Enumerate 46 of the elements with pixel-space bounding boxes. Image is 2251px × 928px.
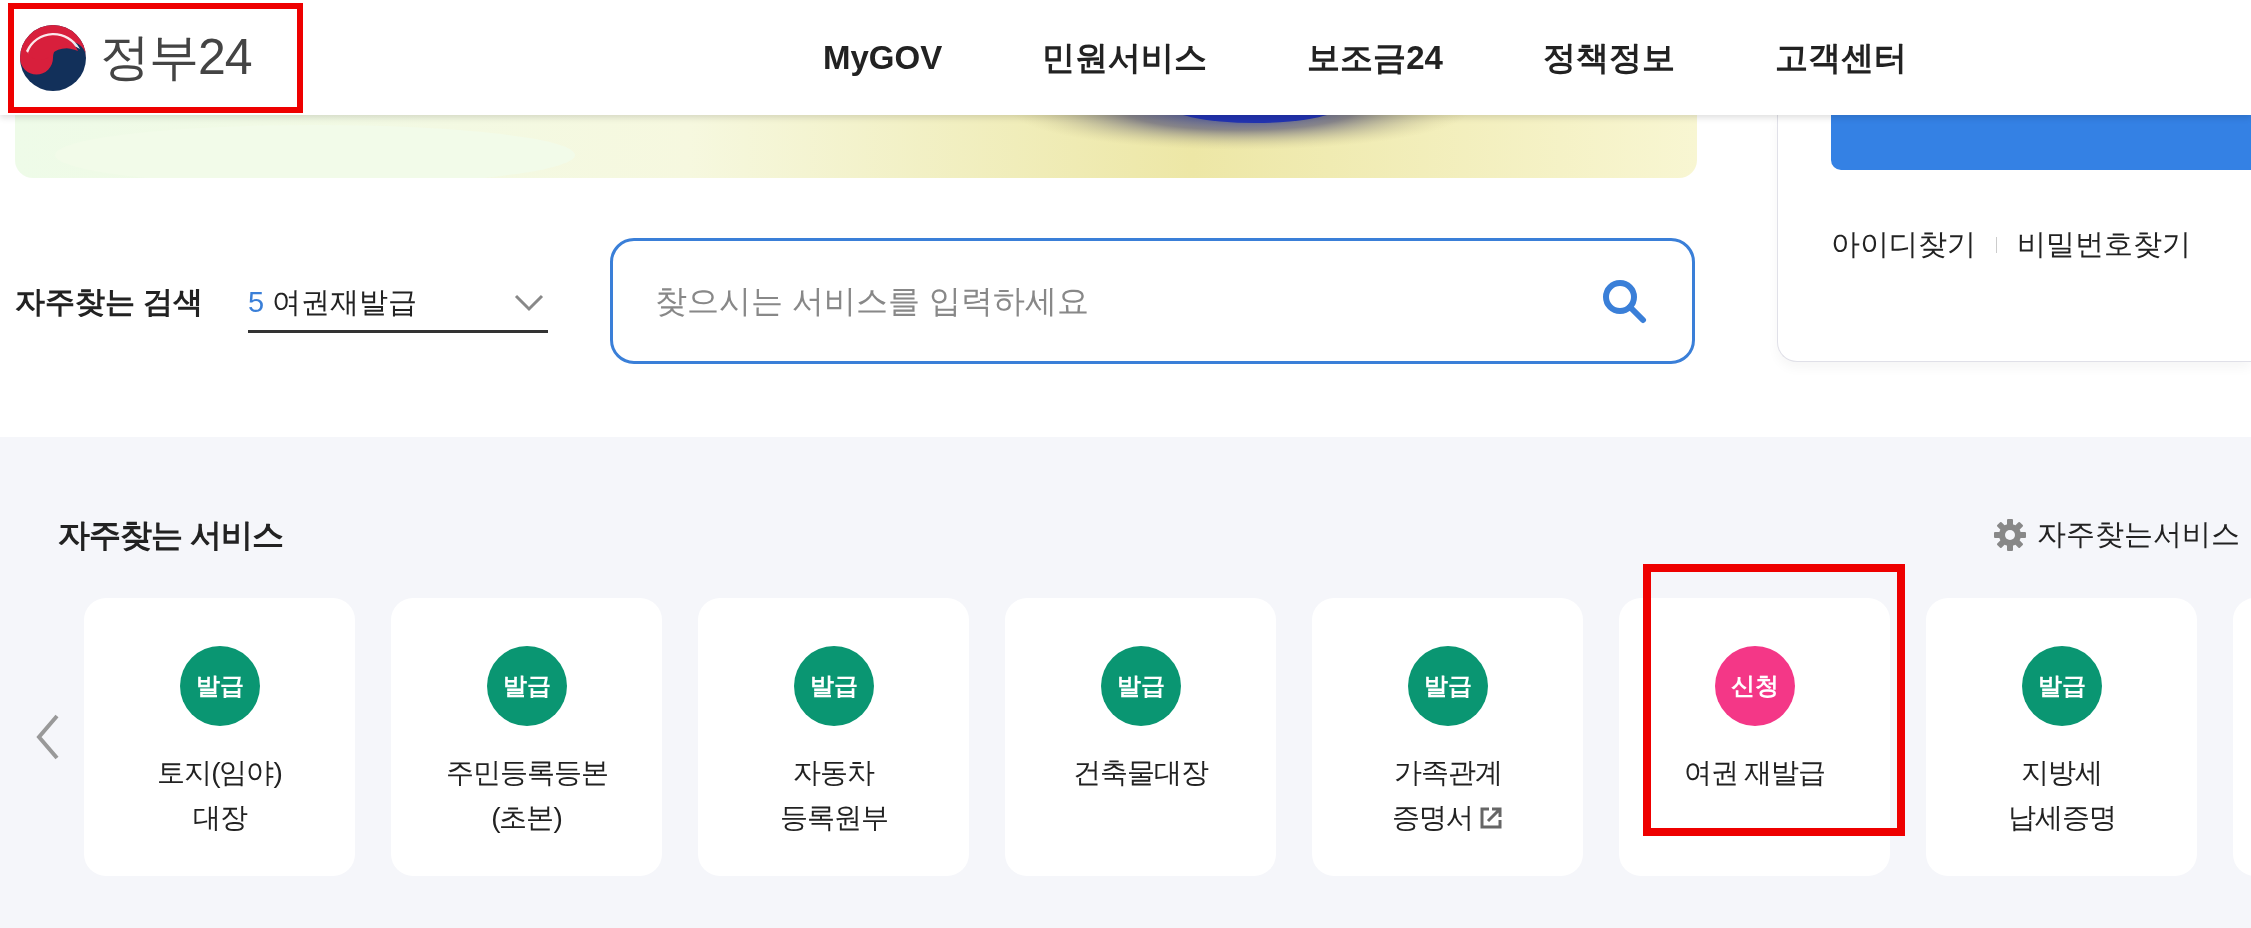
frequent-search-label: 자주찾는 검색 (15, 283, 205, 320)
search-field[interactable]: 찾으시는 서비스를 입력하세요 (610, 238, 1695, 364)
nav-link[interactable]: 민원서비스 (1042, 32, 1208, 83)
badge: 발급 (486, 646, 567, 726)
badge: 발급 (2021, 646, 2102, 726)
chevron-down-icon (514, 293, 544, 312)
card-label: 여권 재발급 (1683, 756, 1826, 790)
emblem-icon (18, 22, 88, 93)
card-label: 등록원부 (779, 801, 888, 835)
settings-link[interactable]: 자주찾는서비스 (2037, 512, 2251, 557)
service-card[interactable]: 발급 토지(임야) 대장 (84, 598, 355, 876)
card-label: 건축물대장 (1073, 756, 1208, 790)
account-link[interactable]: 비밀번호찾기 (2017, 223, 2191, 267)
chevron-left-icon[interactable] (35, 714, 61, 760)
service-card[interactable]: 발급 가족관계 증명서 (1312, 598, 1583, 876)
section-title: 자주찾는 서비스 (58, 515, 283, 555)
card-label: 토지(임야) (157, 756, 282, 790)
badge: 신청 (1714, 646, 1795, 726)
service-card[interactable]: 신청 여권 재발급 (1619, 598, 1890, 876)
card-label: 주민등록등본 (445, 756, 608, 790)
nav-link[interactable]: 보조금24 (1307, 32, 1443, 83)
card-label: 가족관계 (1393, 756, 1502, 790)
badge: 발급 (1407, 646, 1488, 726)
logo-text[interactable]: 정부24 (100, 20, 252, 95)
service-card[interactable]: 발급 자동차 등록원부 (698, 598, 969, 876)
rank-number: 5 (248, 285, 265, 318)
service-card[interactable]: 발급 지방세 납세증명 (1926, 598, 2197, 876)
card-label: 지방세 (2021, 756, 2102, 790)
nav-link[interactable]: 고객센터 (1774, 32, 1907, 83)
service-card[interactable]: 발급 주민등록등본 (초본) (391, 598, 662, 876)
search-icon[interactable] (1601, 278, 1647, 324)
card-label: 자동차 (793, 756, 874, 790)
card-label: 납세증명 (2007, 801, 2116, 835)
badge: 발급 (793, 646, 874, 726)
service-card[interactable]: 발급 건축물대장 (1005, 598, 1276, 876)
nav-link[interactable]: MyGOV (823, 32, 943, 83)
search-term: 여권재발급 (272, 285, 418, 318)
settings-icon (1993, 517, 2027, 552)
card-label: 증명서 (1392, 801, 1473, 835)
account-link[interactable]: 아이디찾기 (1831, 223, 1976, 267)
frequent-search-dropdown[interactable]: 5 여권재발급 (248, 269, 548, 333)
nav-link[interactable]: 정책정보 (1542, 32, 1675, 83)
badge: 발급 (179, 646, 260, 726)
badge: 발급 (1100, 646, 1181, 726)
card-label: 대장 (192, 801, 247, 835)
card-label: (초본) (491, 801, 562, 835)
